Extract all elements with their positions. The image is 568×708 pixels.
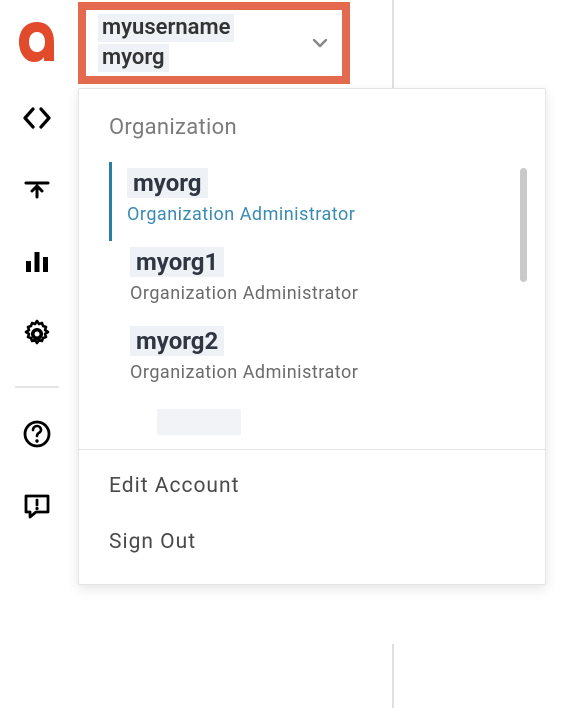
logo-a-icon xyxy=(11,16,63,68)
nav-develop[interactable] xyxy=(17,98,57,138)
gear-icon xyxy=(22,319,52,349)
nav-settings[interactable] xyxy=(17,314,57,354)
edit-account-link[interactable]: Edit Account xyxy=(79,458,545,514)
account-switcher-trigger[interactable]: myusername myorg xyxy=(78,2,350,84)
nav-feedback[interactable] xyxy=(17,486,57,526)
org-name: myorg1 xyxy=(130,247,224,277)
content-divider xyxy=(392,0,394,92)
org-item-myorg[interactable]: myorg Organization Administrator xyxy=(109,162,515,241)
org-item-truncated[interactable] xyxy=(157,409,241,435)
publish-icon xyxy=(22,175,52,205)
rail-divider xyxy=(15,386,59,388)
left-nav-rail xyxy=(0,0,74,708)
bar-chart-icon xyxy=(22,247,52,277)
account-trigger-text: myusername myorg xyxy=(98,14,308,73)
content-divider xyxy=(392,644,394,708)
nav-help[interactable] xyxy=(17,414,57,454)
chevron-down-icon xyxy=(308,31,332,55)
org-name: myorg xyxy=(127,168,208,198)
help-icon xyxy=(22,419,52,449)
org-section-label: Organization xyxy=(79,89,545,162)
scrollbar-thumb[interactable] xyxy=(520,168,527,282)
org-item-myorg1[interactable]: myorg1 Organization Administrator xyxy=(112,241,515,320)
org-item-myorg2[interactable]: myorg2 Organization Administrator xyxy=(112,320,515,399)
dropdown-divider xyxy=(79,449,545,450)
org-role: Organization Administrator xyxy=(130,362,515,383)
app-logo[interactable] xyxy=(7,12,67,72)
nav-analytics[interactable] xyxy=(17,242,57,282)
account-dropdown: Organization myorg Organization Administ… xyxy=(78,88,546,585)
feedback-icon xyxy=(22,491,52,521)
org-list: myorg Organization Administrator myorg1 … xyxy=(79,162,545,435)
sign-out-link[interactable]: Sign Out xyxy=(79,514,545,570)
org-name: myorg2 xyxy=(130,326,224,356)
nav-publish[interactable] xyxy=(17,170,57,210)
current-org: myorg xyxy=(98,44,169,72)
org-role: Organization Administrator xyxy=(127,204,515,225)
org-role: Organization Administrator xyxy=(130,283,515,304)
current-username: myusername xyxy=(98,14,234,42)
code-icon xyxy=(22,103,52,133)
